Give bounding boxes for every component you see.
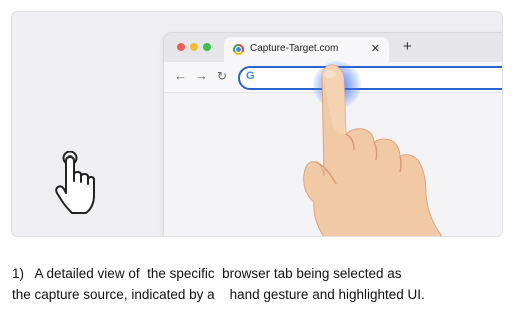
illustration-panel: Capture-Target.com ✕ + ← → ↻ G <box>11 11 503 237</box>
caption-text: 1) A detailed view of the specific brows… <box>12 263 502 305</box>
close-icon[interactable]: ✕ <box>371 42 380 55</box>
window-minimize-dot[interactable] <box>190 43 198 51</box>
pointing-hand-icon <box>303 64 443 236</box>
window-close-dot[interactable] <box>177 43 185 51</box>
caption-line-2: the capture source, indicated by a hand … <box>12 287 425 302</box>
hand-pointer-icon <box>55 151 95 214</box>
reload-icon[interactable]: ↻ <box>217 69 227 83</box>
chrome-favicon-icon <box>233 44 244 55</box>
arrow-left-icon[interactable]: ← <box>174 68 187 83</box>
tab-title: Capture-Target.com <box>250 43 339 54</box>
browser-titlebar: Capture-Target.com ✕ + <box>164 33 502 62</box>
caption-line-1: 1) A detailed view of the specific brows… <box>12 266 402 281</box>
browser-tab-capture-target[interactable]: Capture-Target.com ✕ <box>224 37 389 62</box>
plus-icon[interactable]: + <box>403 38 412 55</box>
arrow-right-icon[interactable]: → <box>195 68 208 83</box>
window-zoom-dot[interactable] <box>203 43 211 51</box>
google-g-icon: G <box>246 70 255 82</box>
